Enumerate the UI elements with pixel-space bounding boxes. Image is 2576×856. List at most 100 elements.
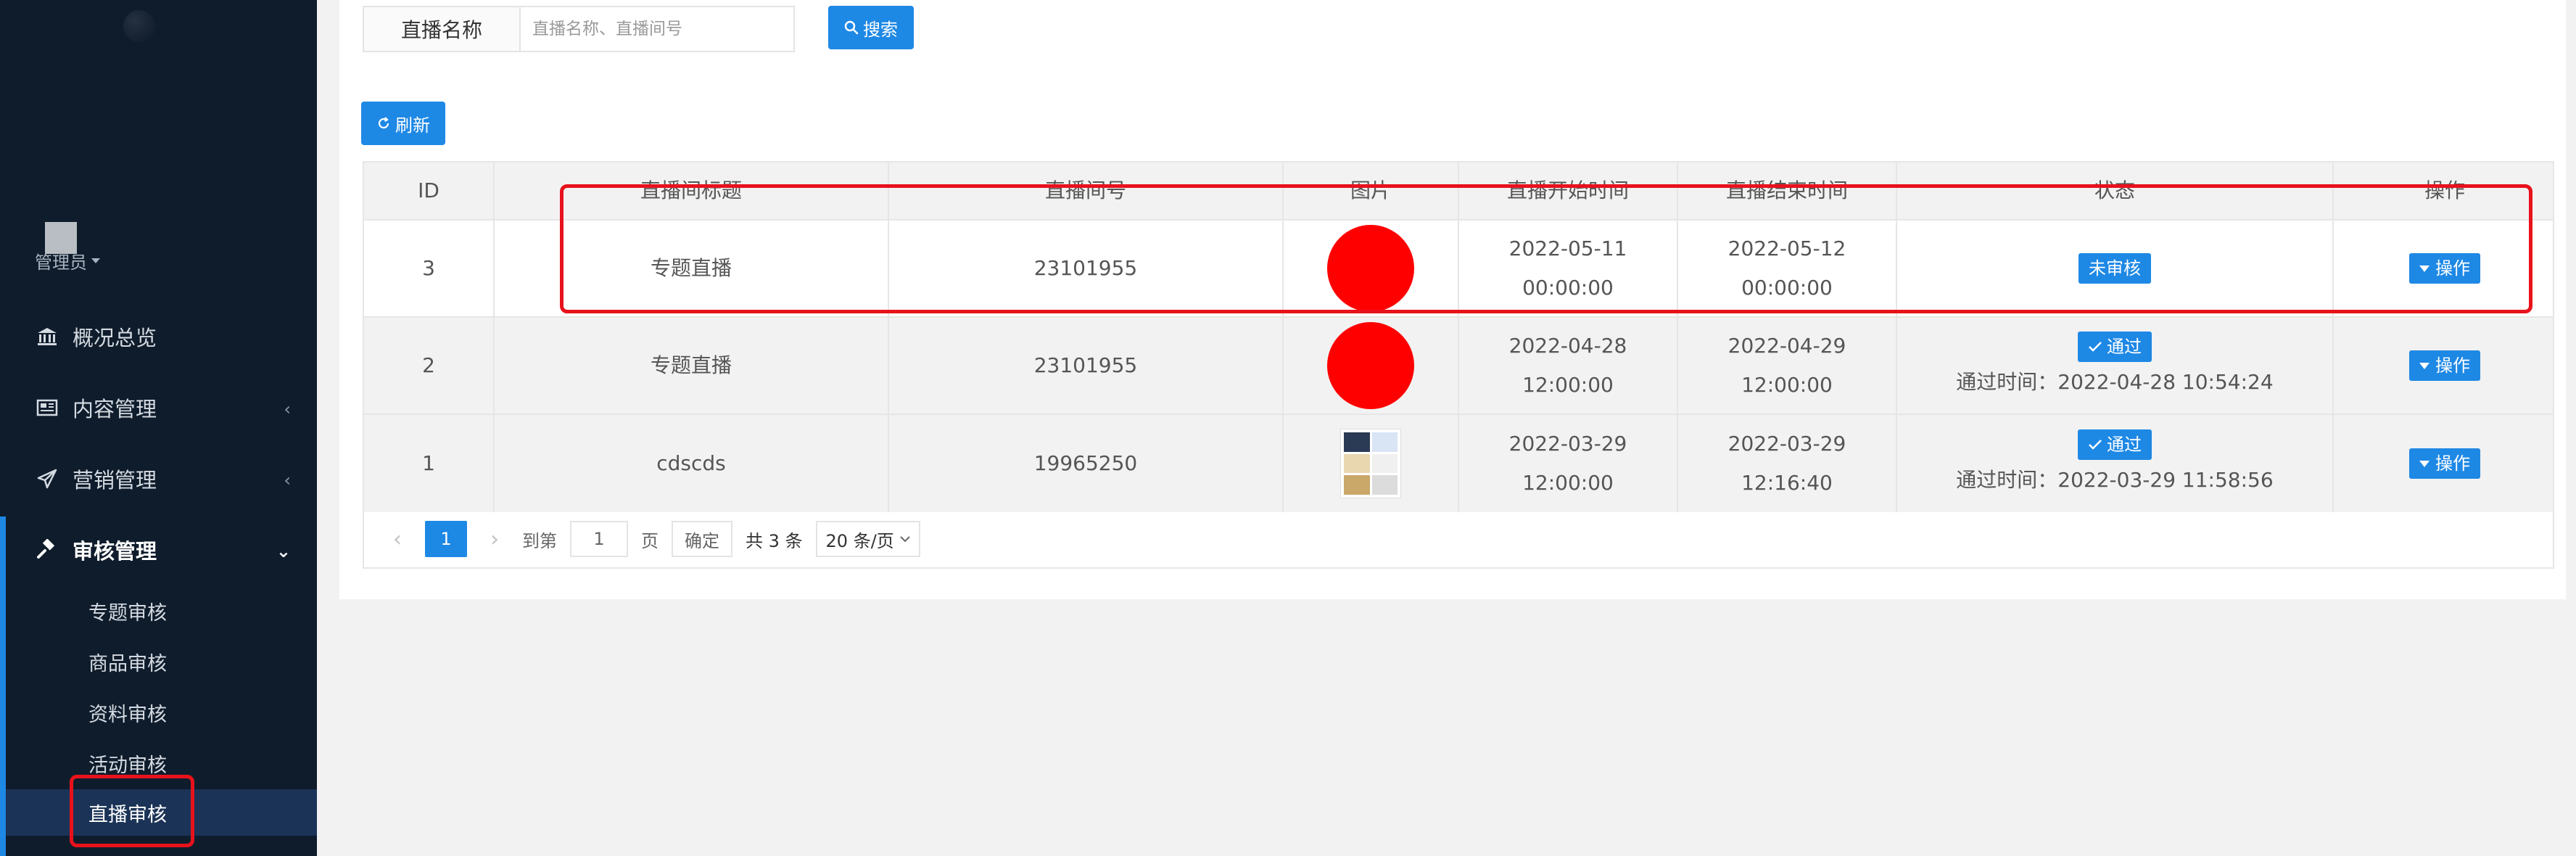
start-time: 12:00:00 — [1522, 373, 1614, 397]
goto-confirm-button[interactable]: 确定 — [672, 521, 732, 557]
refresh-icon — [378, 117, 389, 129]
nav-label: 营销管理 — [73, 468, 157, 493]
search-label: 直播名称 — [363, 6, 521, 52]
chevron-left-icon: ‹ — [284, 470, 291, 490]
redacted-image[interactable] — [1327, 225, 1414, 312]
end-date: 2022-04-29 — [1727, 334, 1846, 358]
col-header: 直播开始时间 — [1459, 162, 1678, 219]
gavel-icon — [35, 539, 59, 561]
cell-end: 2022-03-29 12:16:40 — [1678, 415, 1897, 512]
end-date: 2022-03-29 — [1727, 432, 1846, 456]
nav-item-overview[interactable]: 概况总览 — [0, 315, 317, 358]
search-button[interactable]: 搜索 — [828, 6, 914, 49]
sub-label: 直播审核 — [88, 803, 167, 826]
cell-end: 2022-04-29 12:00:00 — [1678, 318, 1897, 413]
col-header: 状态 — [1897, 162, 2334, 219]
search-input[interactable] — [519, 6, 795, 52]
col-header: 直播结束时间 — [1678, 162, 1897, 219]
cell-image — [1284, 415, 1459, 512]
operation-label: 操作 — [2435, 355, 2470, 376]
cell-start: 2022-04-28 12:00:00 — [1459, 318, 1678, 413]
nav-label: 概况总览 — [73, 326, 157, 350]
pagination: ‹ 1 › 到第 页 确定 共 3 条 20 条/页 — [363, 511, 2554, 569]
next-page-icon[interactable]: › — [480, 527, 509, 552]
cell-room: 23101955 — [889, 221, 1284, 316]
start-time: 12:00:00 — [1522, 471, 1614, 495]
search-button-label: 搜索 — [863, 19, 898, 40]
sub-label: 资料审核 — [88, 703, 167, 726]
page-size-select[interactable]: 20 条/页 — [815, 521, 920, 557]
cell-room: 19965250 — [889, 415, 1284, 512]
start-time: 00:00:00 — [1522, 276, 1614, 300]
table-row: 3 专题直播 23101955 2022-05-11 00:00:00 2022… — [364, 221, 2553, 318]
operation-label: 操作 — [2435, 453, 2470, 474]
search-icon — [844, 20, 859, 35]
col-header: 直播间号 — [889, 162, 1284, 219]
sub-item-live-audit[interactable]: 直播审核 — [6, 789, 317, 836]
refresh-button-label: 刷新 — [395, 115, 430, 136]
status-badge: 未审核 — [2078, 253, 2151, 284]
status-text: 通过 — [2107, 435, 2142, 455]
nav-item-content[interactable]: 内容管理 ‹ — [0, 386, 317, 429]
end-time: 00:00:00 — [1741, 276, 1833, 300]
sub-item-material-audit[interactable]: 资料审核 — [6, 689, 317, 736]
page-number[interactable]: 1 — [425, 521, 467, 557]
end-date: 2022-05-12 — [1727, 236, 1846, 260]
page-unit: 页 — [641, 530, 659, 551]
caret-down-icon — [91, 258, 100, 263]
cell-title: 专题直播 — [495, 221, 889, 316]
cell-image — [1284, 318, 1459, 413]
table-row: 2 专题直播 23101955 2022-04-28 12:00:00 2022… — [364, 318, 2553, 415]
caret-down-icon — [2419, 362, 2430, 369]
operation-button[interactable]: 操作 — [2409, 253, 2480, 284]
cell-status: 未审核 — [1897, 221, 2334, 316]
chevron-left-icon: ‹ — [284, 399, 291, 419]
goto-page-input[interactable] — [570, 521, 628, 557]
table-row: 1 cdscds 19965250 2022-03-29 12:00:00 20… — [364, 415, 2553, 512]
user-name: 管理员 — [35, 252, 87, 273]
status-text: 未审核 — [2089, 258, 2141, 279]
thumbnail-image[interactable] — [1340, 429, 1401, 498]
pass-time: 通过时间：2022-04-28 10:54:24 — [1956, 370, 2274, 394]
sub-item-topic-audit[interactable]: 专题审核 — [6, 588, 317, 634]
redacted-image[interactable] — [1327, 322, 1414, 409]
cell-title: cdscds — [495, 415, 889, 512]
cell-op: 操作 — [2334, 318, 2556, 413]
newspaper-icon — [35, 397, 59, 419]
cell-image — [1284, 221, 1459, 316]
pass-time: 通过时间：2022-03-29 11:58:56 — [1956, 468, 2274, 492]
caret-down-icon — [2419, 460, 2430, 467]
sub-label: 活动审核 — [88, 754, 167, 777]
sub-item-activity-audit[interactable]: 活动审核 — [6, 740, 317, 786]
sub-item-product-audit[interactable]: 商品审核 — [6, 638, 317, 685]
cell-title: 专题直播 — [495, 318, 889, 413]
user-menu[interactable]: 管理员 — [35, 248, 100, 273]
page-size-value: 20 条/页 — [825, 530, 894, 551]
nav-label: 内容管理 — [73, 397, 157, 421]
cell-id: 1 — [364, 415, 495, 512]
bank-icon — [35, 326, 59, 347]
status-text: 通过 — [2107, 337, 2142, 357]
nav-item-marketing[interactable]: 营销管理 ‹ — [0, 457, 317, 501]
chevron-down-icon — [900, 536, 910, 543]
logo — [123, 10, 155, 42]
prev-page-icon[interactable]: ‹ — [383, 527, 412, 552]
refresh-button[interactable]: 刷新 — [361, 102, 445, 145]
chevron-down-icon: ⌄ — [276, 541, 291, 561]
cell-status: 通过 通过时间：2022-03-29 11:58:56 — [1897, 415, 2334, 512]
start-date: 2022-03-29 — [1508, 432, 1627, 456]
sub-label: 商品审核 — [88, 652, 167, 675]
nav-item-audit[interactable]: 审核管理 ⌄ — [0, 528, 317, 572]
col-header: 图片 — [1284, 162, 1459, 219]
operation-button[interactable]: 操作 — [2409, 448, 2480, 479]
cell-start: 2022-05-11 00:00:00 — [1459, 221, 1678, 316]
goto-label: 到第 — [522, 530, 557, 551]
start-date: 2022-05-11 — [1508, 236, 1627, 260]
end-time: 12:16:40 — [1741, 471, 1833, 495]
cell-end: 2022-05-12 00:00:00 — [1678, 221, 1897, 316]
operation-button[interactable]: 操作 — [2409, 350, 2480, 381]
cell-op: 操作 — [2334, 221, 2556, 316]
operation-label: 操作 — [2435, 258, 2470, 279]
sub-label: 专题审核 — [88, 601, 167, 625]
start-date: 2022-04-28 — [1508, 334, 1627, 358]
